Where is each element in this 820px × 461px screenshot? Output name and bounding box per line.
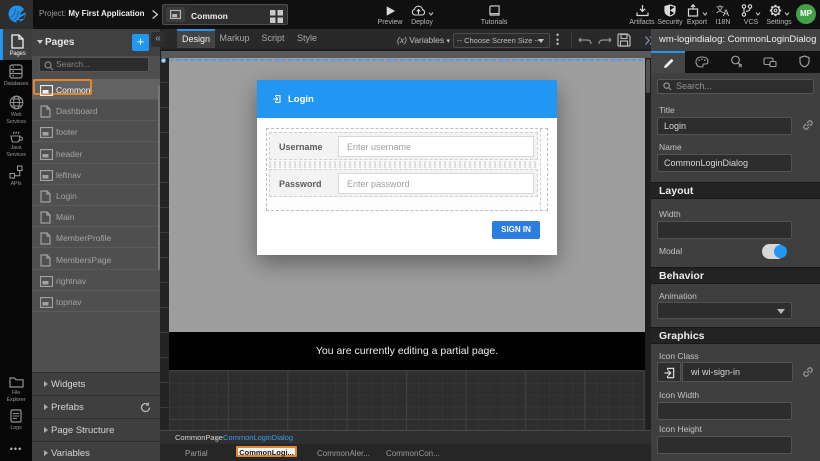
svg-text:A: A (723, 8, 729, 17)
